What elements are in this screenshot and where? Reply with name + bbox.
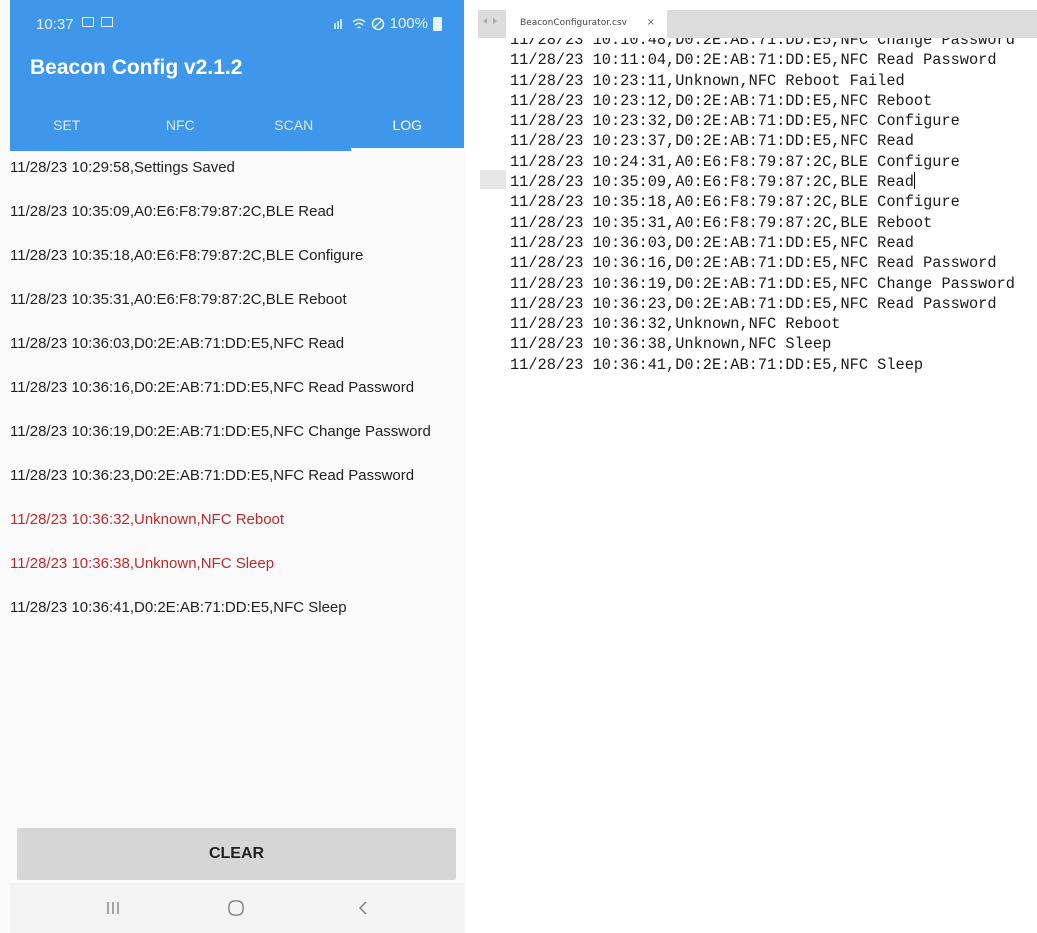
log-entry: 11/28/23 10:36:16,D0:2E:AB:71:DD:E5,NFC … [10,379,415,396]
log-entry: 11/28/23 10:35:09,A0:E6:F8:79:87:2C,BLE … [10,203,335,220]
code-line-text: 11/28/23 10:35:31,A0:E6:F8:79:87:2C,BLE … [510,213,933,232]
file-tab-title: BeaconConfigurator.csv [520,18,627,28]
code-line: 11/28/23 10:36:03,D0:2E:AB:71:DD:E5,NFC … [510,233,1037,253]
tab-set[interactable]: SET [10,104,124,151]
file-tab[interactable]: BeaconConfigurator.csv × [506,10,667,38]
tab-bar: SET NFC SCAN LOG [10,104,464,151]
code-line-text: 11/28/23 10:11:04,D0:2E:AB:71:DD:E5,NFC … [510,51,997,70]
code-line-text: 11/28/23 10:36:16,D0:2E:AB:71:DD:E5,NFC … [510,254,997,273]
code-line-text: 11/28/23 10:36:03,D0:2E:AB:71:DD:E5,NFC … [510,233,914,252]
code-line: 11/28/23 10:23:11,Unknown,NFC Reboot Fai… [510,71,1037,91]
tab-log[interactable]: LOG [350,104,464,151]
tab-nfc[interactable]: NFC [124,104,238,151]
code-line: 11/28/23 10:36:16,D0:2E:AB:71:DD:E5,NFC … [510,253,1037,273]
code-line-text: 11/28/23 10:35:18,A0:E6:F8:79:87:2C,BLE … [510,193,960,212]
recents-icon[interactable] [93,893,133,923]
tab-scroll-arrows-icon[interactable] [482,16,498,26]
code-line: 11/28/23 10:36:23,D0:2E:AB:71:DD:E5,NFC … [510,294,1037,314]
code-line-text: 11/28/23 10:23:37,D0:2E:AB:71:DD:E5,NFC … [510,132,914,151]
code-line: 11/28/23 10:36:41,D0:2E:AB:71:DD:E5,NFC … [510,355,1037,375]
battery-icon [433,16,442,31]
log-entry: 11/28/23 10:36:32,Unknown,NFC Reboot [10,511,285,528]
editor-text-area[interactable]: 11/28/23 10:10:48,D0:2E:AB:71:DD:E5,NFC … [510,38,1037,378]
tab-scan[interactable]: SCAN [237,104,351,151]
phone-screen: 10:37 100% Beacon Config v2.1.2 SET NFC … [0,0,466,933]
log-entry: 11/28/23 10:36:19,D0:2E:AB:71:DD:E5,NFC … [10,423,431,440]
code-line: 11/28/23 10:35:31,A0:E6:F8:79:87:2C,BLE … [510,213,1037,233]
close-tab-icon[interactable]: × [647,10,655,36]
code-line: 11/28/23 10:23:37,D0:2E:AB:71:DD:E5,NFC … [510,131,1037,151]
wifi-icon [352,18,366,29]
log-entry: 11/28/23 10:36:41,D0:2E:AB:71:DD:E5,NFC … [10,599,347,616]
log-entry: 11/28/23 10:35:31,A0:E6:F8:79:87:2C,BLE … [10,291,347,308]
log-entry: 11/28/23 10:35:18,A0:E6:F8:79:87:2C,BLE … [10,247,364,264]
signal-icon [333,18,342,29]
code-line: 11/28/23 10:11:04,D0:2E:AB:71:DD:E5,NFC … [510,50,1037,70]
code-line-text: 11/28/23 10:36:41,D0:2E:AB:71:DD:E5,NFC … [510,355,924,374]
log-entry: 11/28/23 10:29:58,Settings Saved [10,159,235,176]
code-line: 11/28/23 10:36:19,D0:2E:AB:71:DD:E5,NFC … [510,274,1037,294]
clear-button[interactable]: CLEAR [17,828,456,880]
editor-tab-bar: BeaconConfigurator.csv × [478,10,1037,38]
code-line-text: 11/28/23 10:36:19,D0:2E:AB:71:DD:E5,NFC … [510,274,1015,293]
message-icon [101,17,113,27]
code-line-text: 11/28/23 10:23:12,D0:2E:AB:71:DD:E5,NFC … [510,91,933,110]
home-icon[interactable] [216,893,256,923]
code-line: 11/28/23 10:36:32,Unknown,NFC Reboot [510,314,1037,334]
log-entry: 11/28/23 10:36:38,Unknown,NFC Sleep [10,555,275,572]
log-entry: 11/28/23 10:36:23,D0:2E:AB:71:DD:E5,NFC … [10,467,415,484]
code-line-text: 11/28/23 10:36:38,Unknown,NFC Sleep [510,335,832,354]
code-line: 11/28/23 10:23:32,D0:2E:AB:71:DD:E5,NFC … [510,111,1037,131]
code-line: 11/28/23 10:35:09,A0:E6:F8:79:87:2C,BLE … [510,172,1037,192]
app-title: Beacon Config v2.1.2 [30,56,243,79]
do-not-disturb-icon [371,17,384,30]
code-line-text: 11/28/23 10:23:32,D0:2E:AB:71:DD:E5,NFC … [510,112,960,131]
code-line-text: 11/28/23 10:36:23,D0:2E:AB:71:DD:E5,NFC … [510,294,997,313]
code-line: 11/28/23 10:24:31,A0:E6:F8:79:87:2C,BLE … [510,152,1037,172]
code-line: 11/28/23 10:35:18,A0:E6:F8:79:87:2C,BLE … [510,192,1037,212]
code-line-text: 11/28/23 10:24:31,A0:E6:F8:79:87:2C,BLE … [510,152,960,171]
code-line-text: 11/28/23 10:35:09,A0:E6:F8:79:87:2C,BLE … [510,173,914,192]
code-line: 11/28/23 10:36:38,Unknown,NFC Sleep [510,334,1037,354]
status-bar: 10:37 100% [10,0,464,42]
log-entry: 11/28/23 10:36:03,D0:2E:AB:71:DD:E5,NFC … [10,335,345,352]
code-line-text: 11/28/23 10:10:48,D0:2E:AB:71:DD:E5,NFC … [510,38,1015,49]
code-line: 11/28/23 10:10:48,D0:2E:AB:71:DD:E5,NFC … [510,38,1037,50]
gallery-icon [82,17,94,27]
app-bar: 10:37 100% Beacon Config v2.1.2 SET NFC … [10,0,464,151]
log-list[interactable]: 11/28/23 10:29:58,Settings Saved 11/28/23… [10,151,464,618]
navigation-bar [10,883,464,933]
text-caret [913,172,916,190]
current-line-gutter-highlight [480,170,506,189]
text-editor: BeaconConfigurator.csv × 11/28/23 10:10:… [478,0,1037,933]
status-time: 10:37 [36,16,74,33]
code-line: 11/28/23 10:23:12,D0:2E:AB:71:DD:E5,NFC … [510,91,1037,111]
code-line-text: 11/28/23 10:36:32,Unknown,NFC Reboot [510,315,841,334]
code-line-text: 11/28/23 10:23:11,Unknown,NFC Reboot Fai… [510,71,905,90]
status-right: 100% [333,15,442,32]
back-icon[interactable] [343,893,383,923]
battery-percent: 100% [389,15,428,32]
